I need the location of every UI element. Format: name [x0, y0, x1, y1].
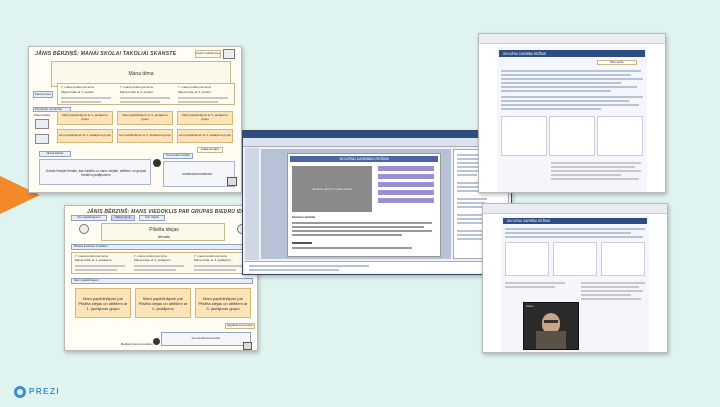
prezi-logo-icon[interactable]	[14, 386, 26, 398]
slide-1-question-box: Dzīvās lietojiet tēmām, kas balstīts uz …	[39, 159, 151, 185]
browser-top-page: SKOLĒNU DARBĪBA REŽĪMĀ Sākt darbu	[497, 46, 647, 192]
doc-menu-item-3[interactable]	[378, 182, 434, 187]
list-item: 7. mana punktu par tēmu	[120, 86, 154, 89]
tab-own[interactable]: Šis papildinājums	[71, 215, 107, 221]
list-item: Mana izvēle ar 2. punktu	[120, 91, 153, 94]
app-title-bar	[243, 131, 511, 138]
slide-1-bottom-left-button[interactable]: Mana kartīte	[39, 151, 71, 157]
slide-1-peach-1[interactable]: Mani papildinājumi ar 1. jautājuma grupu	[57, 111, 113, 125]
list-item: 7. mana punktu par tēmu	[61, 86, 95, 89]
tab-others[interactable]: Citu idejas	[139, 215, 165, 221]
slide-1-title: JĀNIS BĒRZIŅŠ: MANAI SKOLAI TAKOLIAI SKA…	[35, 51, 177, 57]
browser-bottom-page: SKOLĒNU DARBĪBA REŽĪMĀ Video	[501, 216, 649, 352]
video-person	[542, 313, 560, 333]
app-left-panel	[245, 148, 259, 260]
slide-1-comment-box: Komentāra komentāri	[163, 161, 235, 187]
slide-2-peach-1[interactable]: Mani papildinājumi par Pilsēta idejas un…	[75, 288, 131, 318]
slide-1-left-icon	[35, 119, 49, 129]
browser-top-card-1	[501, 116, 547, 156]
slide-1-list-group: 7. mana punktu par tēmu Mana izvēle ar 1…	[57, 83, 235, 105]
browser-bottom: SKOLĒNU DARBĪBA REŽĪMĀ Video	[482, 203, 668, 353]
doc-image: Skolēnu darbu iz krāsu teksta	[292, 166, 372, 212]
browser-top-chrome	[479, 34, 665, 44]
slide-2-peach-2[interactable]: Mani papildinājumi par Pilsēta idejas un…	[135, 288, 191, 318]
slide-1-peach-2[interactable]: Mani papildinājumi ar 2. jautājuma grupu	[117, 111, 173, 125]
app-document: SKOLĒNU DARBĪBAS REŽĪMĀ Skolēnu darbu iz…	[261, 149, 451, 259]
video-body	[536, 331, 566, 349]
slide-1-comment-button[interactable]: Komentāru kartīte	[163, 153, 193, 159]
slide-1-next-button[interactable]: Nākamā lapa	[197, 147, 223, 153]
slide-1-header-button[interactable]: Paņemt mācību tēmu	[195, 50, 221, 58]
list-item: 7. mana punktu par tēmu	[178, 86, 212, 89]
browser-bottom-chrome	[483, 204, 667, 214]
browser-bottom-heading: SKOLĒNU DARBĪBA REŽĪMĀ	[503, 218, 647, 224]
browser-bottom-card-3	[601, 242, 645, 276]
slide-1-save-icon[interactable]	[227, 177, 237, 186]
doc-menu-item-4[interactable]	[378, 190, 434, 195]
video-glasses	[544, 320, 558, 323]
slide-2-avatar-icon	[153, 338, 160, 345]
browser-bottom-card-2	[553, 242, 597, 276]
doc-title: SKOLĒNU DARBĪBAS REŽĪMĀ	[290, 156, 438, 162]
slide-1-header-icon	[223, 49, 235, 59]
tab-topic[interactable]: Mana tēma	[111, 215, 135, 221]
slide-2-save-button[interactable]: Saglabāt komentāru	[225, 323, 255, 329]
slide-1-peach-5[interactable]: Ievi papildinājumi ar 2. jautājuma grupu	[117, 129, 173, 143]
slide-1-peach-3[interactable]: Mani papildinājumi ar 3. jautājuma grupu	[177, 111, 233, 125]
browser-top-button[interactable]: Sākt darbu	[597, 60, 637, 65]
doc-subhead: Skolēnu darbība	[292, 216, 316, 219]
video-player[interactable]: Video	[523, 302, 579, 350]
slide-1-side-label: Mana izvēle	[33, 91, 53, 98]
app-status-area	[245, 261, 509, 273]
list-item: Mana izvēle ar 1. punktu	[61, 91, 94, 94]
slide-2-center-title-1: Pilsēta idejas	[149, 227, 179, 233]
video-label: Video	[526, 305, 534, 308]
slide-1-question-text: Dzīvās lietojiet tēmām, kas balstīts uz …	[45, 169, 147, 177]
slide-1-panel: JĀNIS BĒRZIŅŠ: MANAI SKOLAI TAKOLIAI SKA…	[28, 46, 242, 193]
slide-2-save-icon[interactable]	[243, 342, 252, 350]
slide-2-center-box: Pilsēta idejas tēmats	[101, 223, 225, 241]
doc-menu	[378, 166, 434, 212]
list-item: Mana izvēle ar 3. jautājumu	[194, 259, 231, 262]
doc-menu-item-5[interactable]	[378, 198, 434, 203]
slide-2-user-icon	[79, 224, 89, 234]
slide-2-section-2: Mani papildinājumi	[71, 278, 253, 284]
slide-2-bottom-left[interactable]: Rediģēt jūsu komentāru	[121, 343, 153, 347]
slide-2-panel: JĀNIS BĒRZIŅŠ: MANS VIEDOKLIS PAR GRUPAS…	[64, 205, 258, 351]
slide-2-center-title-2: tēmats	[157, 234, 170, 239]
slide-2-list-group: 7. mana punktu par tēmu Mana izvēle ar 1…	[71, 252, 253, 274]
app-window: SKOLĒNU DARBĪBAS REŽĪMĀ Skolēnu darbu iz…	[242, 130, 512, 275]
slide-1-peach-6[interactable]: Ievi papildinājumi ar 3. jautājuma grupu	[177, 129, 233, 143]
browser-bottom-card-1	[505, 242, 549, 276]
browser-top-card-3	[597, 116, 643, 156]
list-item: Mana izvēle ar 3. punktu	[178, 91, 211, 94]
list-item: Mana izvēle ar 1. jautājumu	[75, 259, 112, 262]
slide-1-left-icon-2	[35, 134, 49, 144]
doc-menu-item-1[interactable]	[378, 166, 434, 171]
slide-1-left-small: Pāriet attēla	[34, 114, 51, 117]
doc-page: SKOLĒNU DARBĪBAS REŽĪMĀ Skolēnu darbu iz…	[287, 153, 441, 257]
list-item: Mana izvēle ar 2. jautājumu	[134, 259, 171, 262]
doc-menu-item-2[interactable]	[378, 174, 434, 179]
slide-2-section-1: Pilsēta ilustrāta vizuāliem	[71, 244, 253, 250]
slide-1-peach-4[interactable]: Ievi papildinājumi ar 1. jautājuma grupu	[57, 129, 113, 143]
browser-top: SKOLĒNU DARBĪBA REŽĪMĀ Sākt darbu	[478, 33, 666, 193]
slide-2-comment-label: Komentāra komentāri	[161, 332, 251, 346]
slide-1-comment-text: Komentāra komentāri	[182, 173, 213, 176]
prezi-brand-text[interactable]: PREZI	[29, 387, 60, 396]
browser-top-card-2	[549, 116, 595, 156]
slide-1-avatar-icon	[153, 159, 161, 167]
slide-2-peach-3[interactable]: Mani papildinājumi par Pilsēta idejas un…	[195, 288, 251, 318]
app-toolbar	[243, 138, 511, 147]
browser-top-heading: SKOLĒNU DARBĪBA REŽĪMĀ	[499, 50, 645, 57]
